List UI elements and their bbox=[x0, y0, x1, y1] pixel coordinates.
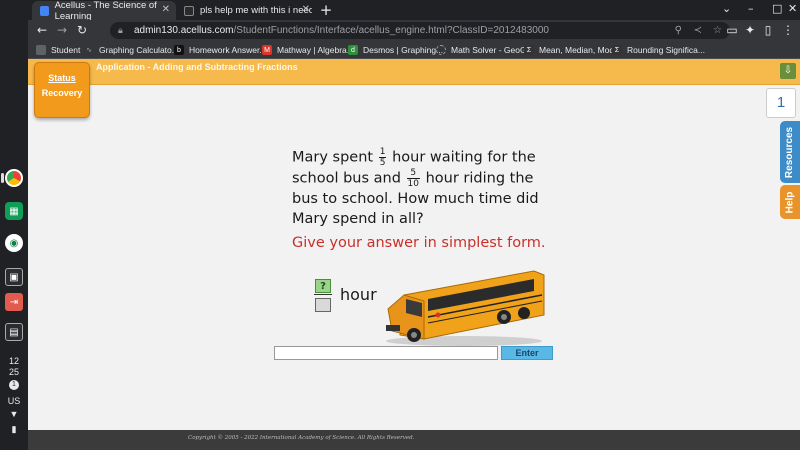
clock-minute[interactable]: 25 bbox=[0, 367, 28, 377]
status-box[interactable]: Status Recovery bbox=[34, 62, 90, 118]
clock-hour[interactable]: 12 bbox=[0, 356, 28, 366]
active-app-indicator bbox=[1, 173, 4, 183]
sidepanel-icon[interactable]: ▯ bbox=[760, 22, 776, 38]
files-app-icon[interactable]: ▣ bbox=[5, 268, 23, 286]
url-host: admin130.acellus.com bbox=[134, 25, 234, 36]
tab-strip: Acellus - The Science of Learning ✕ pls … bbox=[28, 0, 800, 22]
bookmark-graphing-calculator[interactable]: ∿ Graphing Calculato... bbox=[84, 43, 179, 57]
status-label: Status bbox=[48, 73, 76, 83]
brainly-icon: b bbox=[174, 45, 184, 55]
share-icon[interactable]: ≺ bbox=[694, 22, 702, 39]
lock-icon[interactable]: 🔒︎ bbox=[118, 22, 123, 39]
calendar-app-icon[interactable]: ▤ bbox=[5, 323, 23, 341]
tool-icon[interactable]: ⇩ bbox=[780, 63, 796, 79]
forward-icon[interactable]: → bbox=[54, 22, 70, 38]
new-tab-button[interactable]: + bbox=[318, 1, 334, 19]
maximize-icon[interactable]: □ bbox=[772, 2, 782, 15]
tab-title: pls help me with this i need it as bbox=[200, 5, 312, 16]
bus-bumper bbox=[386, 325, 400, 331]
sigma-icon: Σ bbox=[612, 45, 622, 55]
browser-toolbar: ← → ↻ 🔒︎ admin130.acellus.com/StudentFun… bbox=[28, 20, 800, 41]
bookmark-student[interactable]: Student bbox=[36, 43, 80, 57]
app-icon-red[interactable]: ⇥ bbox=[5, 293, 23, 311]
lesson-title: Application - Adding and Subtracting Fra… bbox=[96, 62, 298, 72]
acellus-page: Application - Adding and Subtracting Fra… bbox=[28, 59, 800, 450]
enter-button[interactable]: Enter bbox=[501, 346, 553, 360]
answer-fraction[interactable]: ? bbox=[314, 279, 332, 312]
address-bar[interactable]: 🔒︎ admin130.acellus.com/StudentFunctions… bbox=[110, 22, 730, 39]
numerator-box[interactable]: ? bbox=[315, 279, 331, 293]
reload-icon[interactable]: ↻ bbox=[74, 22, 90, 38]
classroom-app-icon[interactable]: ▦ bbox=[5, 202, 23, 220]
bookmark-geogebra[interactable]: Math Solver - GeoG... bbox=[436, 43, 534, 57]
tab-brainly[interactable]: pls help me with this i need it as ✕ bbox=[176, 1, 316, 20]
notification-badge[interactable]: 1 bbox=[9, 380, 19, 390]
app-icon[interactable]: ◉ bbox=[5, 234, 23, 252]
bus-wheel bbox=[518, 307, 530, 319]
locale-indicator[interactable]: US bbox=[0, 396, 28, 406]
tab-acellus[interactable]: Acellus - The Science of Learning ✕ bbox=[32, 0, 176, 22]
bookmark-star-icon[interactable]: ☆ bbox=[713, 22, 722, 39]
wifi-icon[interactable]: ▼ bbox=[0, 409, 28, 419]
folder-icon bbox=[36, 45, 46, 55]
fraction-five-tenths: 5 10 bbox=[406, 168, 420, 189]
bookmark-rounding[interactable]: Σ Rounding Significa... bbox=[612, 43, 705, 57]
help-tab[interactable]: Help bbox=[780, 185, 800, 219]
unit-label: hour bbox=[340, 285, 377, 304]
close-tab-icon[interactable]: ✕ bbox=[162, 4, 170, 15]
minimize-icon[interactable]: – bbox=[748, 2, 754, 15]
bookmark-mean-median[interactable]: Σ Mean, Median, Mod... bbox=[524, 43, 621, 57]
page-footer: Copyright © 2005 - 2022 International Ac… bbox=[28, 430, 800, 450]
fraction-one-fifth: 15 bbox=[378, 147, 387, 168]
battery-icon[interactable]: ▮ bbox=[0, 424, 28, 435]
status-value: Recovery bbox=[41, 88, 83, 98]
back-icon[interactable]: ← bbox=[34, 22, 50, 38]
bookmark-mathway[interactable]: M Mathway | Algebra... bbox=[262, 43, 354, 57]
tab-title: Acellus - The Science of Learning bbox=[54, 0, 157, 22]
fraction-bar bbox=[314, 294, 332, 295]
brainly-favicon-icon bbox=[184, 5, 194, 16]
chrome-app-icon[interactable] bbox=[5, 169, 23, 187]
tab-search-icon[interactable]: ⌄ bbox=[722, 2, 731, 15]
media-icon[interactable]: ▭ bbox=[724, 22, 740, 38]
desmos-icon: d bbox=[348, 45, 358, 55]
bookmark-homework-answers[interactable]: b Homework Answer... bbox=[174, 43, 266, 57]
extensions-icon[interactable]: ✦ bbox=[742, 22, 758, 38]
bookmarks-bar: Student ∿ Graphing Calculato... b Homework… bbox=[28, 41, 800, 59]
bus-stop-sign bbox=[435, 312, 441, 318]
url-path: /StudentFunctions/Interface/acellus_engi… bbox=[233, 25, 549, 36]
sigma-icon: Σ bbox=[524, 45, 534, 55]
acellus-favicon-icon bbox=[40, 5, 49, 16]
bus-hubcap bbox=[411, 332, 417, 338]
bookmark-desmos[interactable]: d Desmos | Graphing... bbox=[348, 43, 443, 57]
question-text: Mary spent 15 hour waiting for the schoo… bbox=[292, 147, 539, 227]
zoom-icon[interactable]: ⚲ bbox=[675, 22, 682, 39]
answer-input[interactable] bbox=[274, 346, 498, 360]
menu-icon[interactable]: ⋮ bbox=[780, 22, 796, 38]
denominator-box[interactable] bbox=[315, 298, 331, 312]
lesson-header-bar: Application - Adding and Subtracting Fra… bbox=[28, 59, 800, 85]
geogebra-icon bbox=[436, 45, 446, 55]
graph-icon: ∿ bbox=[86, 47, 92, 54]
question-number[interactable]: 1 bbox=[766, 88, 796, 118]
os-shelf: ▦ ◉ ▣ ⇥ ▤ 12 25 1 US ▼ ▮ bbox=[0, 0, 28, 450]
school-bus-illustration bbox=[386, 270, 545, 346]
resources-tab[interactable]: Resources bbox=[780, 121, 800, 183]
mathway-icon: M bbox=[262, 45, 272, 55]
copyright-text: Copyright © 2005 - 2022 International Ac… bbox=[188, 435, 415, 441]
instruction-text: Give your answer in simplest form. bbox=[292, 235, 546, 251]
close-window-icon[interactable]: ✕ bbox=[788, 2, 797, 15]
bus-hubcap bbox=[501, 314, 507, 320]
close-tab-icon[interactable]: ✕ bbox=[302, 4, 310, 15]
